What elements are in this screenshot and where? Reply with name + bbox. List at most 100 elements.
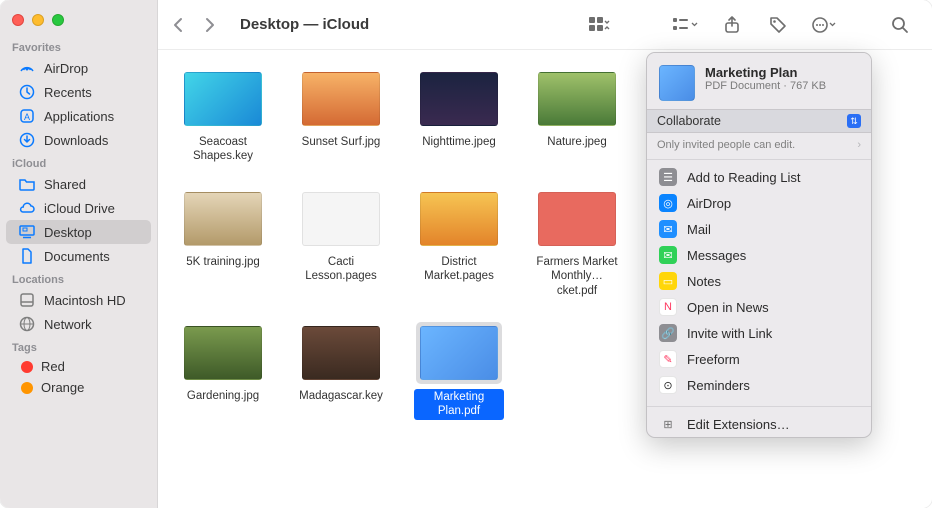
share-option-invite-with-link[interactable]: 🔗 Invite with Link	[647, 320, 871, 346]
file-thumbnail	[302, 72, 380, 126]
tag-dot-icon	[21, 382, 33, 394]
app-icon: ✉	[659, 220, 677, 238]
doc-icon	[18, 247, 36, 265]
app-icon: ✉	[659, 246, 677, 264]
file-thumbnail	[420, 326, 498, 380]
file-name-label: Marketing Plan.pdf	[414, 389, 504, 420]
extensions-icon: ⊞	[659, 415, 677, 433]
chevron-updown-icon: ⇅	[847, 114, 861, 128]
share-option-messages[interactable]: ✉ Messages	[647, 242, 871, 268]
share-option-notes[interactable]: ▭ Notes	[647, 268, 871, 294]
file-thumbnail	[184, 326, 262, 380]
sidebar-item-orange[interactable]: Orange	[6, 377, 151, 398]
share-file-subtitle: PDF Document · 767 KB	[705, 80, 826, 92]
sidebar-item-desktop[interactable]: Desktop	[6, 220, 151, 244]
share-permissions-hint: Only invited people can edit.	[657, 139, 795, 151]
file-thumbnail	[538, 72, 616, 126]
file-item[interactable]: Marketing Plan.pdf	[414, 322, 504, 420]
file-item[interactable]: District Market.pages	[414, 188, 504, 298]
sidebar-item-icloud-drive[interactable]: iCloud Drive	[6, 196, 151, 220]
group-button[interactable]	[668, 11, 704, 39]
sidebar-item-macintosh-hd[interactable]: Macintosh HD	[6, 288, 151, 312]
sidebar-item-label: Red	[41, 359, 65, 374]
file-name-label: 5K training.jpg	[186, 255, 260, 269]
app-icon: ☰	[659, 168, 677, 186]
share-option-mail[interactable]: ✉ Mail	[647, 216, 871, 242]
share-option-label: AirDrop	[687, 196, 731, 211]
sidebar-item-downloads[interactable]: Downloads	[6, 128, 151, 152]
clock-icon	[18, 83, 36, 101]
forward-button[interactable]	[204, 16, 226, 34]
share-option-open-in-news[interactable]: NOpen in News	[647, 294, 871, 320]
sidebar-item-label: iCloud Drive	[44, 201, 115, 216]
app-icon: ⊙	[659, 376, 677, 394]
sidebar-item-documents[interactable]: Documents	[6, 244, 151, 268]
file-name-label: District Market.pages	[414, 255, 504, 284]
app-icon: 🔗	[659, 324, 677, 342]
sidebar-item-red[interactable]: Red	[6, 356, 151, 377]
file-item[interactable]: Nature.jpeg	[532, 68, 622, 164]
file-name-label: Seacoast Shapes.key	[178, 135, 268, 164]
file-item[interactable]: Nighttime.jpeg	[414, 68, 504, 164]
share-option-label: Freeform	[687, 352, 740, 367]
file-name-label: Farmers Market Monthly…cket.pdf	[532, 255, 622, 298]
sidebar-section-label: Tags	[0, 336, 157, 356]
search-button[interactable]	[882, 11, 918, 39]
share-option-label: Messages	[687, 248, 746, 263]
sidebar: FavoritesAirDropRecentsAApplicationsDown…	[0, 0, 158, 508]
sidebar-item-label: Network	[44, 317, 92, 332]
zoom-window-button[interactable]	[52, 14, 64, 26]
share-option-reminders[interactable]: ⊙Reminders	[647, 372, 871, 398]
share-button[interactable]	[714, 11, 750, 39]
tags-button[interactable]	[760, 11, 796, 39]
close-window-button[interactable]	[12, 14, 24, 26]
sidebar-item-network[interactable]: Network	[6, 312, 151, 336]
file-name-label: Sunset Surf.jpg	[302, 135, 381, 149]
view-mode-button[interactable]	[582, 11, 618, 39]
back-button[interactable]	[172, 16, 194, 34]
file-name-label: Gardening.jpg	[187, 389, 259, 403]
sidebar-item-shared[interactable]: Shared	[6, 172, 151, 196]
file-name-label: Madagascar.key	[299, 389, 383, 403]
share-option-label: Add to Reading List	[687, 170, 800, 185]
app-icon: A	[18, 107, 36, 125]
sidebar-section-label: iCloud	[0, 152, 157, 172]
sidebar-item-label: Desktop	[44, 225, 92, 240]
share-option-freeform[interactable]: ✎ Freeform	[647, 346, 871, 372]
share-option-label: Invite with Link	[687, 326, 772, 341]
file-item[interactable]: Gardening.jpg	[178, 322, 268, 420]
share-permissions-row[interactable]: Only invited people can edit. ›	[647, 133, 871, 160]
sidebar-item-label: AirDrop	[44, 61, 88, 76]
window-controls	[0, 0, 157, 36]
file-thumbnail	[420, 192, 498, 246]
sidebar-item-label: Applications	[44, 109, 114, 124]
file-item[interactable]: Sunset Surf.jpg	[296, 68, 386, 164]
sidebar-item-airdrop[interactable]: AirDrop	[6, 56, 151, 80]
file-item[interactable]: Seacoast Shapes.key	[178, 68, 268, 164]
share-popover: Marketing Plan PDF Document · 767 KB Col…	[646, 52, 872, 438]
file-item[interactable]: Madagascar.key	[296, 322, 386, 420]
window-title: Desktop — iCloud	[240, 16, 369, 33]
edit-extensions-label: Edit Extensions…	[687, 417, 790, 432]
chevron-right-icon: ›	[857, 139, 861, 151]
minimize-window-button[interactable]	[32, 14, 44, 26]
sidebar-item-applications[interactable]: A Applications	[6, 104, 151, 128]
download-icon	[18, 131, 36, 149]
sidebar-item-recents[interactable]: Recents	[6, 80, 151, 104]
sidebar-item-label: Shared	[44, 177, 86, 192]
share-option-label: Mail	[687, 222, 711, 237]
file-item[interactable]: Farmers Market Monthly…cket.pdf	[532, 188, 622, 298]
file-item[interactable]: 5K training.jpg	[178, 188, 268, 298]
sidebar-section-label: Locations	[0, 268, 157, 288]
file-item[interactable]: Cacti Lesson.pages	[296, 188, 386, 298]
collaborate-label: Collaborate	[657, 114, 721, 128]
app-icon: ▭	[659, 272, 677, 290]
share-option-add-to-reading-list[interactable]: ☰ Add to Reading List	[647, 164, 871, 190]
more-button[interactable]	[806, 11, 842, 39]
collaborate-dropdown[interactable]: Collaborate ⇅	[647, 109, 871, 133]
share-option-label: Notes	[687, 274, 721, 289]
app-icon: ✎	[659, 350, 677, 368]
finder-window: FavoritesAirDropRecentsAApplicationsDown…	[0, 0, 932, 508]
share-option-airdrop[interactable]: ◎AirDrop	[647, 190, 871, 216]
edit-extensions-item[interactable]: ⊞ Edit Extensions…	[647, 411, 871, 437]
